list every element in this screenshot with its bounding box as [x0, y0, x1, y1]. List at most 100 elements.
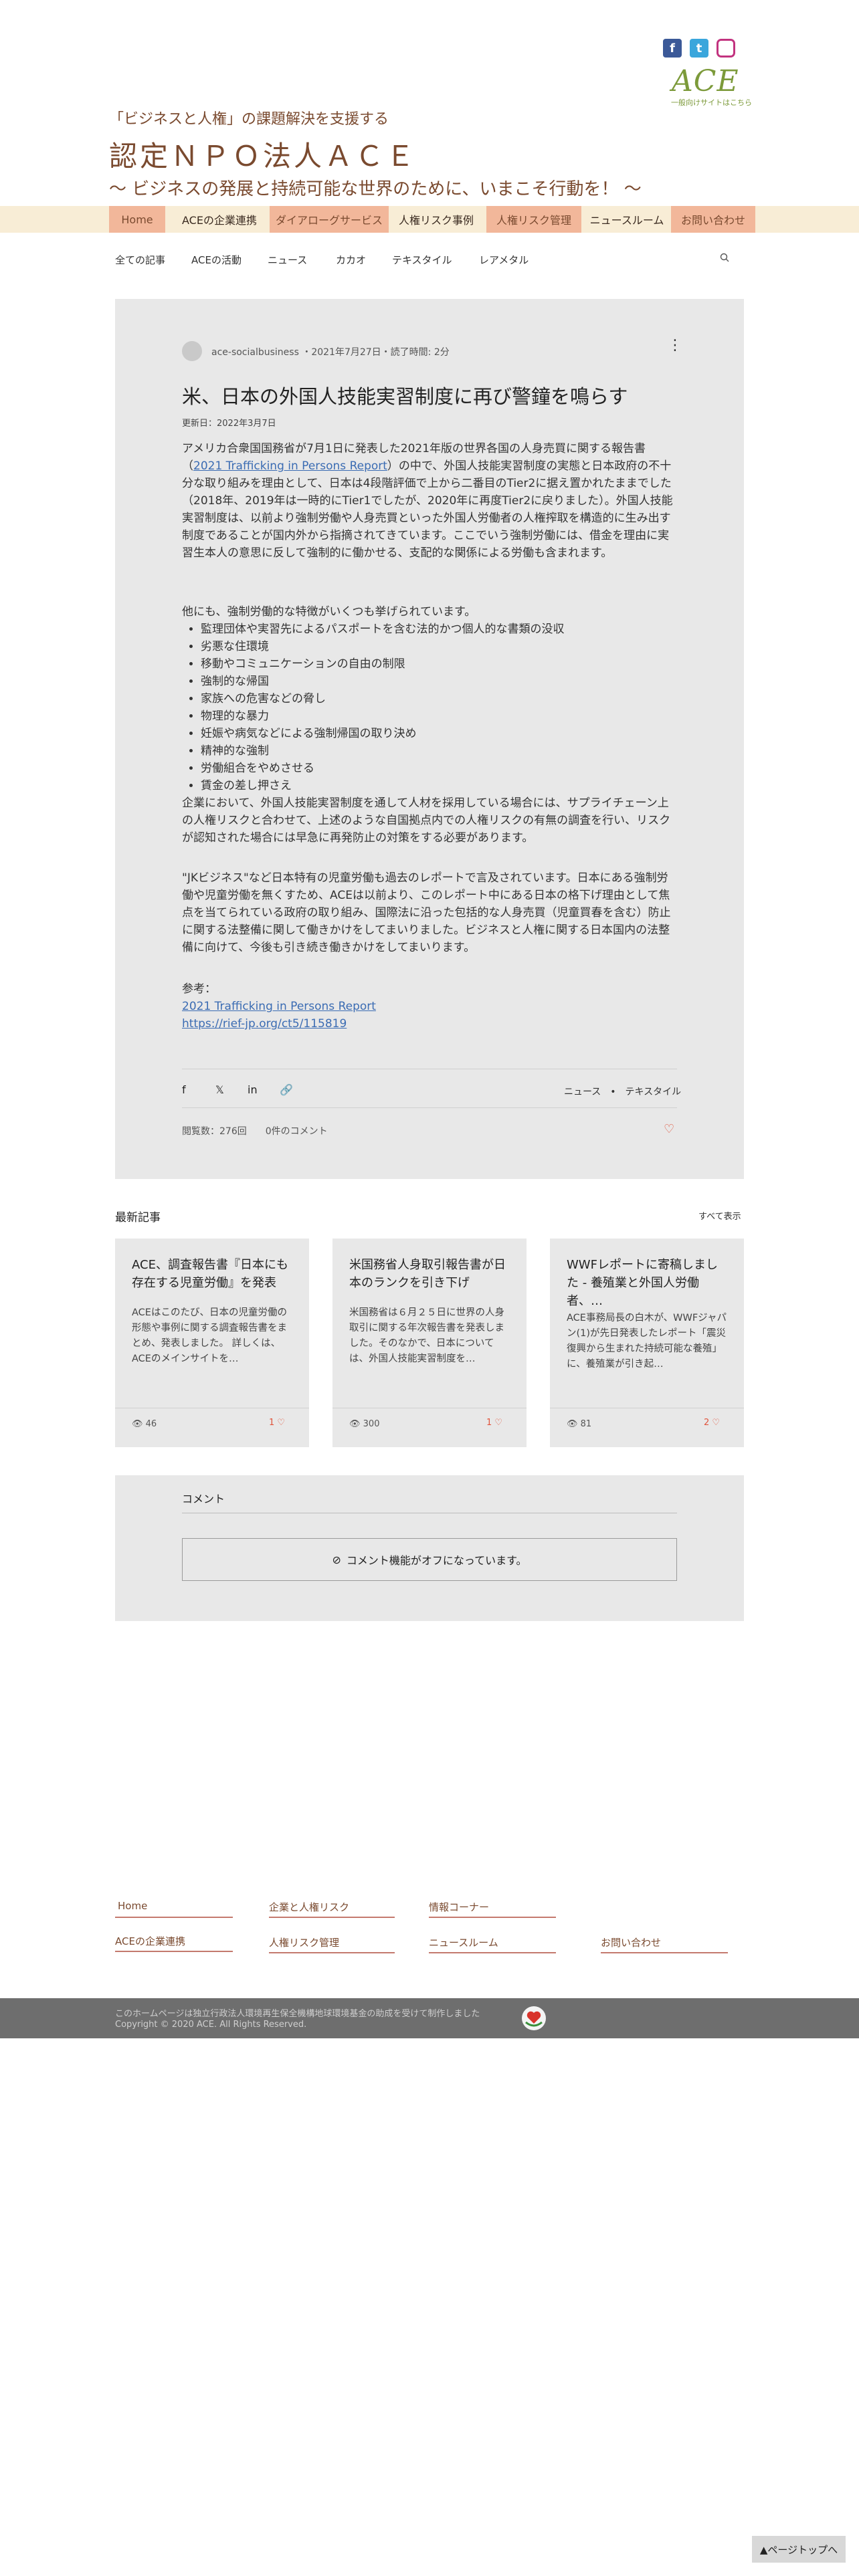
more-options-icon[interactable]: ⋮ [668, 338, 682, 353]
views-value: 81 [580, 1419, 592, 1429]
recent-post-card[interactable]: ACE、調査報告書『日本にも存在する児童労働』を発表 ACEはこのたび、日本の児… [115, 1239, 309, 1447]
footer-note: このホームページは独立行政法人環境再生保全機構地球環境基金の助成を受けて制作しま… [115, 2009, 480, 2019]
post-meta: ace-socialbusiness ・2021年7月27日・読了時間: 2分 [211, 345, 450, 358]
divider [115, 1917, 233, 1918]
comments-off-text: コメント機能がオフになっています。 [346, 1554, 527, 1567]
recent-post-title[interactable]: 米国務省人身取引報告書が日本のランクを引き下げ [349, 1256, 510, 1292]
nav-newsroom[interactable]: ニュースルーム [583, 206, 670, 233]
list-item: 妊娠や病気などによる強制帰国の取り決め [201, 725, 677, 742]
footer-link-contact[interactable]: お問い合わせ [601, 1935, 661, 1949]
footer-link-corporate[interactable]: ACEの企業連携 [115, 1934, 185, 1948]
eye-icon: 👁 [349, 1419, 361, 1429]
eye-icon: 👁 [567, 1419, 578, 1429]
recent-post-excerpt: ACEはこのたび、日本の児童労働の形態や事例に関する調査報告書をまとめ、発表しま… [132, 1307, 287, 1364]
category-textile[interactable]: テキスタイル [392, 253, 452, 267]
category-news[interactable]: ニュース [268, 253, 307, 267]
views-count: 👁 81 [567, 1419, 591, 1429]
post-updated: 更新日：2022年3月7日 [182, 419, 276, 429]
site-slogan: 〜 ビジネスの発展と持続可能な世界のために、いまこそ行動を！ 〜 [109, 179, 642, 199]
category-all[interactable]: 全ての記事 [115, 253, 165, 267]
share-facebook-icon[interactable]: f [182, 1083, 186, 1096]
search-icon[interactable] [720, 253, 729, 262]
footer-link-newsroom[interactable]: ニュースルーム [429, 1935, 498, 1949]
nav-risk-management[interactable]: 人権リスク管理 [486, 206, 581, 233]
list-item: 賃金の差し押さえ [201, 777, 677, 794]
nav-risk-cases[interactable]: 人権リスク事例 [391, 206, 481, 233]
forced-labor-list: 監理団体や実習先によるパスポートを含む法的かつ個人的な書類の没収 劣悪な住環境 … [182, 621, 677, 794]
category-activities[interactable]: ACEの活動 [191, 253, 242, 267]
like-heart-icon[interactable]: ♡ [664, 1122, 674, 1136]
list-item: 物理的な暴力 [201, 708, 677, 725]
nav-dialogue[interactable]: ダイアローグサービス [270, 206, 389, 233]
category-rare-metal[interactable]: レアメタル [479, 253, 529, 267]
footer-link-info[interactable]: 情報コーナー [429, 1900, 489, 1914]
recent-post-title[interactable]: ACE、調査報告書『日本にも存在する児童労働』を発表 [132, 1256, 292, 1292]
list-item: 強制的な帰国 [201, 673, 677, 690]
footer-link-home[interactable]: Home [118, 1900, 147, 1912]
share-link-icon[interactable]: 🔗 [280, 1083, 293, 1096]
share-x-icon[interactable]: 𝕏 [215, 1083, 224, 1096]
category-cacao[interactable]: カカオ [336, 253, 366, 267]
tip-report-link[interactable]: 2021 Trafficking in Persons Report [193, 459, 387, 473]
post-paragraph-2: 他にも、強制労働的な特徴がいくつも挙げられています。 [182, 605, 476, 619]
divider [429, 1952, 556, 1953]
comments-title: コメント [182, 1493, 225, 1505]
nav-contact[interactable]: お問い合わせ [671, 206, 755, 233]
avatar[interactable] [182, 341, 202, 361]
list-item: 家族への危害などの脅し [201, 690, 677, 708]
twitter-icon[interactable]: t [690, 39, 708, 58]
list-item: 精神的な強制 [201, 742, 677, 760]
eye-icon: 👁 [132, 1419, 143, 1429]
list-item: 劣悪な住環境 [201, 638, 677, 655]
site-tagline: 「ビジネスと人権」の課題解決を支援する [109, 111, 389, 128]
likes-value: 2 [704, 1418, 710, 1428]
heart-icon[interactable]: ♡ [277, 1418, 285, 1428]
heart-icon[interactable]: ♡ [712, 1418, 720, 1428]
org-name: 認定ＮＰＯ法人ＡＣＥ [109, 140, 417, 173]
share-linkedin-icon[interactable]: in [248, 1083, 258, 1096]
heart-icon[interactable]: ♡ [494, 1418, 502, 1428]
ace-logo[interactable]: ACE [672, 64, 739, 98]
recent-post-excerpt: ACE事務局長の白木が、WWFジャパン(1)が先日発表したレポート「震災復興から… [567, 1313, 727, 1370]
list-item: 移動やコミュニケーションの自由の制限 [201, 655, 677, 673]
nav-home[interactable]: Home [109, 206, 165, 233]
instagram-icon[interactable] [717, 39, 735, 58]
post-paragraph-1: アメリカ合衆国国務省が7月1日に発表した2021年版の世界各国の人身売買に関する… [182, 440, 677, 562]
list-item: 監理団体や実習先によるパスポートを含む法的かつ個人的な書類の没収 [201, 621, 677, 638]
views-value: 46 [145, 1419, 157, 1429]
ref1-text[interactable]: 2021 Trafficking in Persons Report [182, 1000, 376, 1013]
likes-count[interactable]: 1 ♡ [269, 1418, 285, 1428]
post-tags[interactable]: ニュース • テキスタイル [564, 1085, 681, 1098]
likes-count[interactable]: 1 ♡ [486, 1418, 502, 1428]
nav-corporate[interactable]: ACEの企業連携 [169, 206, 270, 233]
reference-link-2[interactable]: https://rief-jp.org/ct5/115819 [182, 1015, 677, 1033]
post-stats: 閲覧数：276回 0件のコメント [182, 1126, 328, 1137]
back-to-top-button[interactable]: ▲ページトップへ [752, 2536, 846, 2563]
recent-post-card[interactable]: 米国務省人身取引報告書が日本のランクを引き下げ 米国務省は６月２５日に世界の人身… [332, 1239, 527, 1447]
footer-link-risk[interactable]: 企業と人権リスク [269, 1900, 349, 1914]
footer-link-risk-management[interactable]: 人権リスク管理 [269, 1935, 339, 1949]
views-value: 300 [363, 1419, 380, 1429]
ref2-text[interactable]: https://rief-jp.org/ct5/115819 [182, 1017, 347, 1031]
recent-post-title[interactable]: WWFレポートに寄稿しました - 養殖業と外国人労働者、… [567, 1256, 727, 1310]
likes-count[interactable]: 2 ♡ [704, 1418, 720, 1428]
divider [601, 1952, 728, 1953]
likes-value: 1 [486, 1418, 492, 1428]
copyright: Copyright © 2020 ACE. All Rights Reserve… [115, 2020, 307, 2030]
recent-post-card[interactable]: WWFレポートに寄稿しました - 養殖業と外国人労働者、… ACE事務局長の白木… [550, 1239, 744, 1447]
recent-posts-heading: 最新記事 [115, 1211, 161, 1224]
facebook-icon[interactable]: f [663, 39, 682, 58]
divider [269, 1917, 395, 1918]
views-count: 👁 300 [349, 1419, 379, 1429]
p1-text-b: ）の中で、外国人技能実習制度の実態と日本政府の不十分な取り組みを理由として、日本… [182, 459, 673, 560]
see-all-link[interactable]: すべて表示 [698, 1209, 741, 1222]
views-count: 👁 46 [132, 1419, 157, 1429]
divider [182, 1107, 677, 1108]
general-site-link[interactable]: 一般向けサイトはこちら [671, 97, 752, 108]
likes-value: 1 [269, 1418, 275, 1428]
divider [429, 1917, 556, 1918]
post-author[interactable]: ace-socialbusiness [211, 347, 299, 358]
reference-link-1[interactable]: 2021 Trafficking in Persons Report [182, 998, 677, 1015]
comment-off-icon: ⊘ [332, 1553, 341, 1566]
comments-disabled-notice: ⊘ コメント機能がオフになっています。 [182, 1538, 677, 1581]
